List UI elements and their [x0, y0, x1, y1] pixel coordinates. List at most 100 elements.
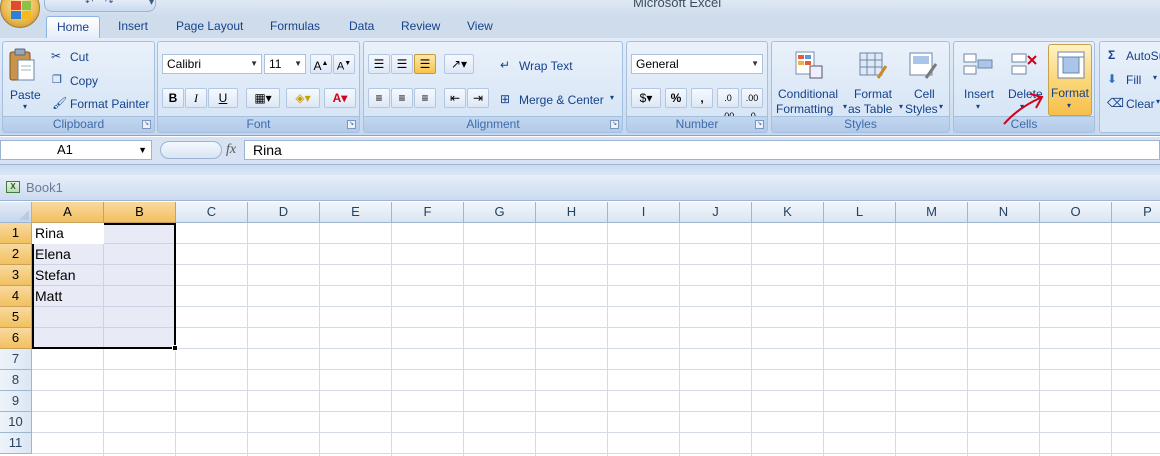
number-launcher-icon[interactable]: ↘ [755, 120, 764, 129]
fill-handle[interactable] [172, 345, 178, 351]
align-left-icon[interactable]: ≡ [368, 88, 390, 108]
wrap-text-icon[interactable]: ↵ [500, 58, 510, 72]
cell-styles-label-1[interactable]: Cell [914, 87, 935, 101]
column-header-h[interactable]: H [536, 202, 608, 223]
row-header-3[interactable]: 3 [0, 265, 32, 286]
cell-area[interactable] [32, 223, 1160, 456]
merge-center-icon[interactable]: ⊞ [500, 92, 510, 106]
row-header-5[interactable]: 5 [0, 307, 32, 328]
tab-formulas[interactable]: Formulas [270, 16, 320, 38]
eraser-icon[interactable]: ⌫ [1107, 96, 1124, 110]
redo-icon[interactable]: ↷ [105, 0, 113, 8]
row-header-8[interactable]: 8 [0, 370, 32, 391]
row-header-4[interactable]: 4 [0, 286, 32, 307]
conditional-formatting-icon[interactable] [794, 50, 824, 80]
delete-cells-icon[interactable] [1008, 50, 1040, 80]
accounting-format-icon[interactable]: $▾ [631, 88, 661, 108]
italic-button[interactable]: I [185, 88, 207, 108]
row-header-10[interactable]: 10 [0, 412, 32, 433]
font-color-icon[interactable]: A▾ [324, 88, 356, 108]
excel-workbook-icon[interactable]: X [6, 181, 20, 193]
cell-styles-label-2[interactable]: Styles [905, 102, 938, 116]
select-all-button[interactable] [0, 202, 32, 223]
format-cells-button[interactable]: Format ▾ [1048, 44, 1092, 116]
grow-font-icon[interactable]: A▲ [310, 54, 332, 74]
percent-style-button[interactable]: % [665, 88, 687, 108]
column-header-d[interactable]: D [248, 202, 320, 223]
insert-cells-icon[interactable] [962, 50, 994, 80]
column-header-k[interactable]: K [752, 202, 824, 223]
alignment-launcher-icon[interactable]: ↘ [610, 120, 619, 129]
chevron-down-icon[interactable]: ▼ [138, 141, 147, 159]
insert-cells-button[interactable]: Insert [964, 87, 994, 101]
fill-button[interactable]: Fill [1126, 73, 1141, 87]
row-header-1[interactable]: 1 [0, 223, 32, 244]
increase-decimal-icon[interactable]: .0 .00 [717, 88, 739, 121]
conditional-formatting-label-1[interactable]: Conditional [778, 87, 838, 101]
chevron-down-icon[interactable]: ▾ [1156, 97, 1160, 106]
insert-function-icon[interactable]: fx [226, 142, 236, 158]
column-header-e[interactable]: E [320, 202, 392, 223]
name-box[interactable]: A1 ▼ [0, 140, 152, 160]
column-header-o[interactable]: O [1040, 202, 1112, 223]
qat-customize-icon[interactable]: ▾ [149, 0, 154, 8]
underline-button[interactable]: U [208, 88, 238, 108]
row-header-6[interactable]: 6 [0, 328, 32, 349]
clear-button[interactable]: Clear [1126, 97, 1155, 111]
tab-data[interactable]: Data [349, 16, 374, 38]
formula-input[interactable]: Rina [244, 140, 1160, 160]
column-header-c[interactable]: C [176, 202, 248, 223]
format-as-table-icon[interactable] [858, 50, 888, 80]
autosum-button[interactable]: AutoSu [1126, 49, 1160, 63]
paste-button-label[interactable]: Paste [10, 88, 41, 102]
decrease-decimal-icon[interactable]: .00 .0 [741, 88, 763, 121]
chevron-down-icon[interactable]: ▾ [976, 102, 980, 111]
cell-a2[interactable]: Elena [35, 244, 71, 265]
number-format-select[interactable]: General ▼ [631, 54, 763, 74]
column-header-l[interactable]: L [824, 202, 896, 223]
worksheet-grid[interactable]: ABCDEFGHIJKLMNOP 1 2 3 4 5 6 7 8 9 10 11 Rina Elena… [0, 202, 1160, 456]
format-as-table-label-1[interactable]: Format [854, 87, 892, 101]
paste-icon[interactable] [8, 48, 36, 84]
column-header-n[interactable]: N [968, 202, 1040, 223]
conditional-formatting-label-2[interactable]: Formatting [776, 102, 833, 116]
sigma-icon[interactable]: Σ [1108, 48, 1115, 62]
align-top-icon[interactable]: ☰ [368, 54, 390, 74]
cell-a1[interactable]: Rina [35, 223, 64, 244]
cell-a3[interactable]: Stefan [35, 265, 75, 286]
font-name-select[interactable]: Calibri ▼ [162, 54, 262, 74]
paste-dropdown-icon[interactable]: ▾ [23, 102, 27, 111]
cell-a4[interactable]: Matt [35, 286, 62, 307]
fill-color-icon[interactable]: ◈▾ [286, 88, 320, 108]
column-header-f[interactable]: F [392, 202, 464, 223]
chevron-down-icon[interactable]: ▾ [843, 102, 847, 111]
chevron-down-icon[interactable]: ▾ [939, 102, 943, 111]
format-as-table-label-2[interactable]: as Table [848, 102, 892, 116]
decrease-indent-icon[interactable]: ⇤ [444, 88, 466, 108]
tab-page-layout[interactable]: Page Layout [176, 16, 243, 38]
copy-button[interactable]: Copy [70, 74, 98, 88]
row-header-7[interactable]: 7 [0, 349, 32, 370]
increase-indent-icon[interactable]: ⇥ [467, 88, 489, 108]
font-launcher-icon[interactable]: ↘ [347, 120, 356, 129]
column-header-b[interactable]: B [104, 202, 176, 223]
font-size-select[interactable]: 11 ▼ [264, 54, 306, 74]
cut-icon[interactable]: ✂ [51, 49, 61, 63]
undo-icon[interactable]: ↶ [85, 0, 93, 8]
quick-access-toolbar[interactable]: ↶ ↷ ▾ [44, 0, 156, 12]
comma-style-button[interactable]: , [691, 88, 713, 108]
row-header-9[interactable]: 9 [0, 391, 32, 412]
clipboard-launcher-icon[interactable]: ↘ [142, 120, 151, 129]
tab-review[interactable]: Review [401, 16, 440, 38]
chevron-down-icon[interactable]: ▾ [610, 93, 614, 102]
column-header-g[interactable]: G [464, 202, 536, 223]
tab-view[interactable]: View [467, 16, 493, 38]
align-bottom-icon[interactable]: ☰ [414, 54, 436, 74]
column-header-a[interactable]: A [32, 202, 104, 223]
merge-center-button[interactable]: Merge & Center [519, 93, 604, 107]
cell-styles-icon[interactable] [908, 50, 938, 80]
chevron-down-icon[interactable]: ▾ [899, 102, 903, 111]
orientation-icon[interactable]: ↗▾ [444, 54, 474, 74]
bold-button[interactable]: B [162, 88, 184, 108]
align-center-icon[interactable]: ≡ [391, 88, 413, 108]
